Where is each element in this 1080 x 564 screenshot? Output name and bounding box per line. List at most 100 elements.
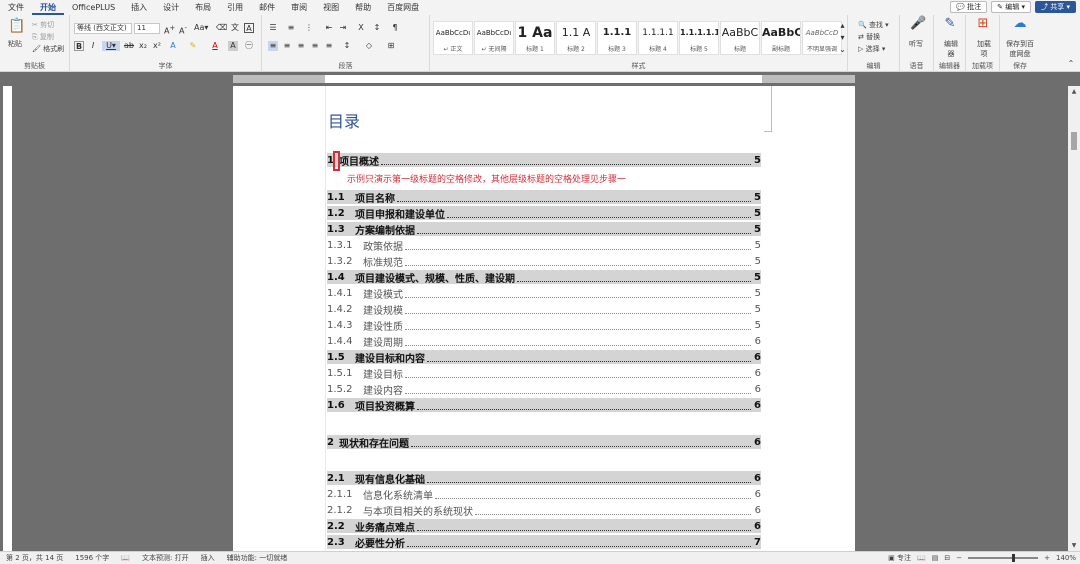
toc-entry[interactable]: 2.3 必要性分析 7 (327, 535, 761, 550)
distributed-icon[interactable]: ≡ (324, 41, 334, 51)
select-button[interactable]: ▷ 选择 ▾ (858, 44, 885, 54)
enclose-char-icon[interactable]: ㊀ (244, 41, 254, 51)
italic-icon[interactable]: I (88, 41, 98, 51)
find-button[interactable]: 🔍 查找 ▾ (858, 20, 889, 30)
style-normal[interactable]: AaBbCcDı ↵ 正文 (433, 21, 473, 55)
zoom-in-icon[interactable]: + (1044, 554, 1050, 562)
shading-icon[interactable]: ◇ (364, 41, 374, 51)
clear-format-icon[interactable]: ⌫ (216, 23, 227, 33)
toc-entry[interactable]: 1.2 项目申报和建设单位 5 (327, 206, 761, 221)
share-button[interactable]: ⤴ 共享 ▾ (1035, 1, 1076, 13)
font-color-icon[interactable]: A (210, 41, 220, 51)
scroll-thumb[interactable] (1071, 132, 1077, 150)
styles-scroll-up-icon[interactable]: ▴ (838, 21, 847, 31)
sort-icon[interactable]: ↕ (372, 23, 382, 33)
toc-entry[interactable]: 1.5 建设目标和内容 6 (327, 350, 761, 365)
toc-entry[interactable]: 1.6 项目投资概算 6 (327, 398, 761, 413)
toc-entry[interactable]: 1.4 项目建设模式、规模、性质、建设期 5 (327, 270, 761, 285)
accessibility-status[interactable]: 辅助功能: 一切就绪 (221, 553, 294, 563)
toc-entry[interactable]: 1.4.4 建设周期 6 (327, 334, 761, 349)
read-mode-icon[interactable]: 📖 (917, 554, 926, 562)
subscript-icon[interactable]: x₂ (138, 41, 148, 51)
menu-design[interactable]: 设计 (155, 0, 187, 15)
save-to-baidu-button[interactable]: 保存到百度网盘 (1003, 39, 1037, 59)
text-effects-icon[interactable]: A (168, 41, 178, 51)
style-heading-4[interactable]: 1.1.1.1 标题 4 (638, 21, 678, 55)
toc-entry[interactable]: 1.1 项目名称 5 (327, 190, 761, 205)
style-heading-5[interactable]: 1.1.1.1.1 标题 5 (679, 21, 719, 55)
menu-help[interactable]: 帮助 (347, 0, 379, 15)
vertical-scrollbar[interactable]: ▲ ▼ (1068, 86, 1080, 551)
chinese-layout-icon[interactable]: X (356, 23, 366, 33)
addins-icon[interactable]: ⊞ (976, 17, 990, 35)
borders-icon[interactable]: ⊞ (386, 41, 396, 51)
align-right-icon[interactable]: ≡ (296, 41, 306, 51)
cut-button[interactable]: ✂ 剪切 (32, 20, 54, 30)
grow-font-icon[interactable]: A+ (164, 23, 175, 36)
copy-button[interactable]: ⎘ 复制 (32, 32, 54, 42)
scroll-down-icon[interactable]: ▼ (1070, 542, 1078, 549)
align-left-icon[interactable]: ≡ (268, 41, 278, 51)
page-count[interactable]: 第 2 页，共 14 页 (0, 553, 69, 563)
align-center-icon[interactable]: ≡ (282, 41, 292, 51)
style-subtitle[interactable]: AaBbC 副标题 (761, 21, 801, 55)
replace-button[interactable]: ⇄ 替换 (858, 32, 880, 42)
styles-scroll-down-icon[interactable]: ▾ (838, 33, 847, 43)
toc-entry[interactable]: 1.4.2 建设规模 5 (327, 302, 761, 317)
toc-entry[interactable]: 2.2 业务痛点难点 6 (327, 519, 761, 534)
web-layout-icon[interactable]: ⊟ (944, 554, 950, 562)
style-subtle-emphasis[interactable]: AaBbCcD 不明显强调 (802, 21, 842, 55)
comment-button[interactable]: 💬 批注 (950, 1, 988, 13)
toc-entry[interactable]: 1.3.2 标准规范 5 (327, 254, 761, 269)
show-marks-icon[interactable]: ¶ (390, 23, 400, 33)
paste-button[interactable]: 粘贴 (8, 39, 22, 49)
toc-entry[interactable]: 2.1 现有信息化基础 6 (327, 471, 761, 486)
editor-icon[interactable]: ✎ (943, 17, 957, 35)
document-page[interactable]: 目录 1 项目概述 5 1.1 项目名称 5 1.2 项目申报和建设单位 5 1.3 方案编制依据 5… (233, 86, 855, 552)
bullets-icon[interactable]: ☰ (268, 23, 278, 33)
microphone-icon[interactable]: 🎤 (910, 17, 926, 35)
style-heading-3[interactable]: 1.1.1 标题 3 (597, 21, 637, 55)
toc-entry[interactable]: 1.5.1 建设目标 6 (327, 366, 761, 381)
menu-file[interactable]: 文件 (0, 0, 32, 15)
menu-view[interactable]: 视图 (315, 0, 347, 15)
scroll-up-icon[interactable]: ▲ (1070, 88, 1078, 95)
toc-entry[interactable]: 1.5.2 建设内容 6 (327, 382, 761, 397)
collapse-ribbon-icon[interactable]: ⌃ (1066, 59, 1076, 69)
addins-button[interactable]: 加载项 (975, 39, 993, 59)
toc-entry[interactable]: 1.4.1 建设模式 5 (327, 286, 761, 301)
numbering-icon[interactable]: ≡ (286, 23, 296, 33)
horizontal-ruler[interactable] (0, 72, 1080, 86)
format-painter-button[interactable]: 🖌 格式刷 (32, 44, 64, 54)
char-border-icon[interactable]: A (244, 23, 254, 33)
style-title[interactable]: AaBbC 标题 (720, 21, 760, 55)
zoom-slider[interactable] (968, 554, 1039, 562)
shrink-font-icon[interactable]: A- (178, 23, 188, 36)
text-predict[interactable]: 文本预测: 打开 (136, 553, 195, 563)
editing-mode-button[interactable]: ✎ 编辑 ▾ (991, 1, 1032, 13)
phonetic-icon[interactable]: 文 (230, 23, 240, 33)
zoom-out-icon[interactable]: − (956, 554, 962, 562)
menu-baidu-pan[interactable]: 百度网盘 (379, 0, 427, 15)
style-heading-2[interactable]: 1.1 A 标题 2 (556, 21, 596, 55)
underline-icon[interactable]: U▾ (102, 41, 120, 51)
cloud-save-icon[interactable]: ☁ (1013, 17, 1027, 35)
char-shading-icon[interactable]: A (228, 41, 238, 51)
style-heading-1[interactable]: 1 Aa 标题 1 (515, 21, 555, 55)
highlight-icon[interactable]: ✎ (188, 41, 198, 51)
increase-indent-icon[interactable]: ⇥ (338, 23, 348, 33)
toc-entry[interactable]: 1.3 方案编制依据 5 (327, 222, 761, 237)
font-name-select[interactable]: 等线 (西文正文) (74, 23, 132, 34)
toc-entry[interactable]: 2.1.1 信息化系统清单 6 (327, 487, 761, 502)
editor-button[interactable]: 编辑器 (942, 39, 960, 59)
paste-icon[interactable]: 📋 (8, 19, 25, 37)
styles-expand-icon[interactable]: ⌄ (838, 45, 847, 55)
word-count[interactable]: 1596 个字 (69, 553, 115, 563)
menu-mailings[interactable]: 邮件 (251, 0, 283, 15)
toc-entry[interactable]: 1.4.3 建设性质 5 (327, 318, 761, 333)
toc-entry[interactable]: 1.3.1 政策依据 5 (327, 238, 761, 253)
multilevel-list-icon[interactable]: ⋮ (304, 23, 314, 33)
focus-button[interactable]: ▣ 专注 (888, 553, 911, 563)
menu-review[interactable]: 审阅 (283, 0, 315, 15)
zoom-knob[interactable] (1012, 554, 1016, 562)
